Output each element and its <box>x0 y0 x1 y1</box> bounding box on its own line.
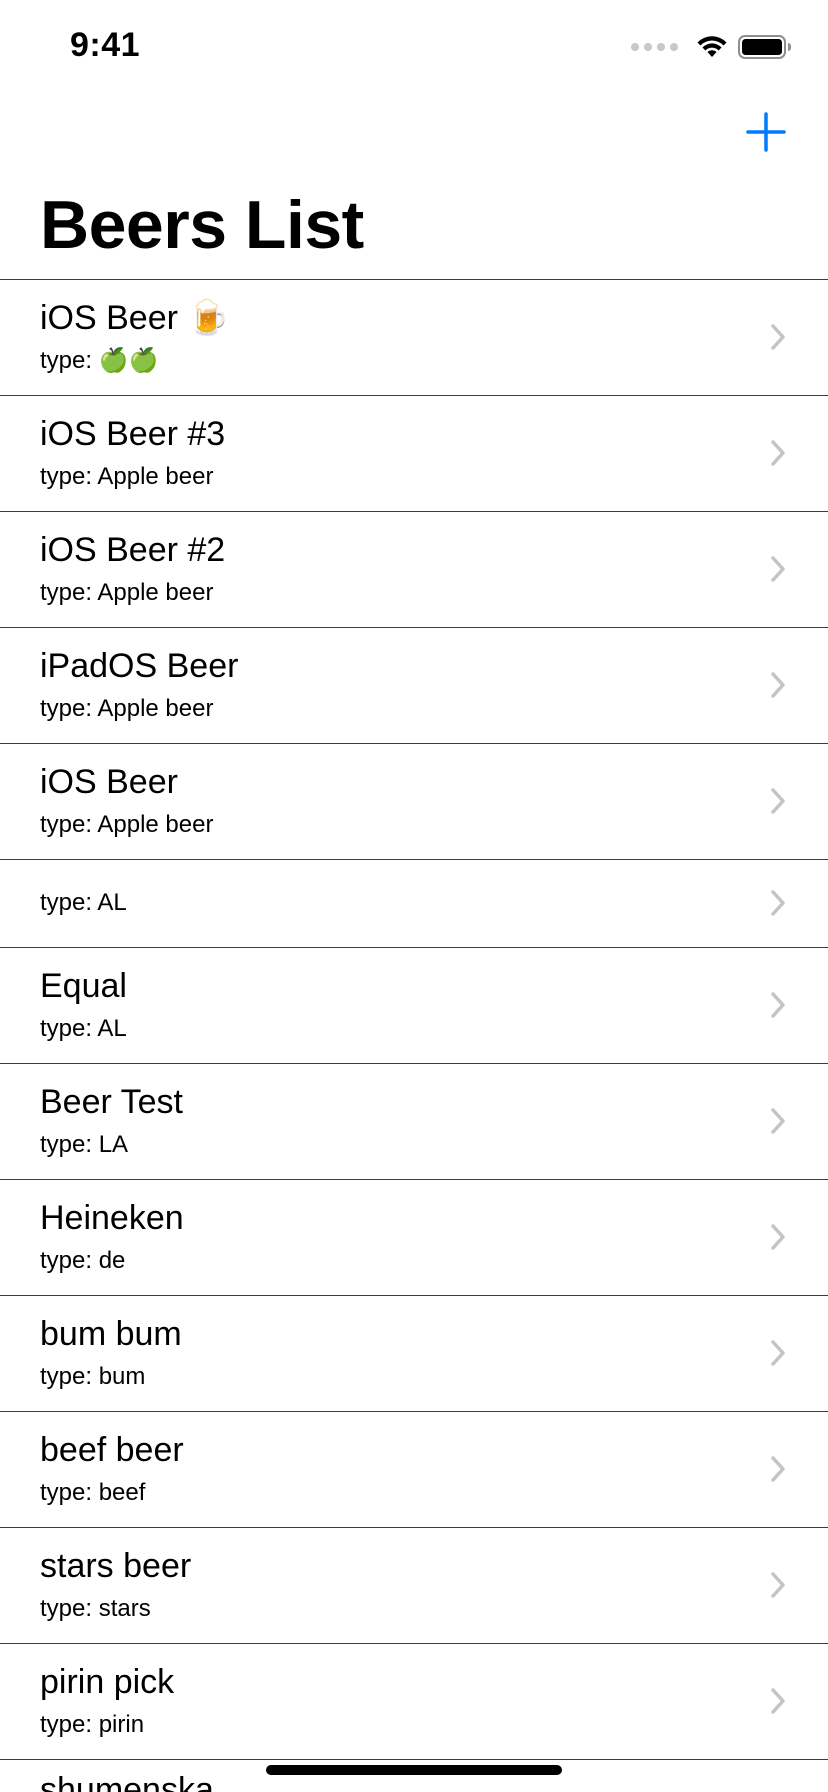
beer-type: type: 🍏🍏 <box>40 347 159 374</box>
beer-name: stars beer <box>40 1547 192 1585</box>
chevron-right-icon <box>771 1340 785 1366</box>
chevron-right-icon <box>771 672 785 698</box>
beer-name: beef beer <box>40 1431 184 1469</box>
home-indicator <box>266 1765 562 1775</box>
beer-type: type: beef <box>40 1479 146 1506</box>
list-item[interactable]: bum bum type: bum <box>0 1296 828 1412</box>
chevron-right-icon <box>771 1456 785 1482</box>
chevron-right-icon <box>771 788 785 814</box>
beer-type: type: Apple beer <box>40 695 214 722</box>
beer-type: type: bum <box>40 1363 146 1390</box>
beer-type: type: AL <box>40 889 127 916</box>
chevron-right-icon <box>771 1224 785 1250</box>
list-item[interactable]: stars beer type: stars <box>0 1528 828 1644</box>
beer-name: iOS Beer 🍺 <box>40 299 230 337</box>
cellular-signal-icon <box>631 43 678 51</box>
beer-type: type: Apple beer <box>40 811 214 838</box>
beer-name: Beer Test <box>40 1083 184 1121</box>
beer-name: pirin pick <box>40 1663 175 1701</box>
list-item[interactable]: type: AL <box>0 860 828 948</box>
add-button[interactable] <box>744 110 788 154</box>
status-time: 9:41 <box>70 26 141 64</box>
plus-icon <box>746 112 786 152</box>
screen: 9:41 Beers List iOS Beer 🍺 type: 🍏🍏 iOS Be… <box>0 0 828 1792</box>
page-title: Beers List <box>40 187 364 263</box>
beer-type: type: Apple beer <box>40 463 214 490</box>
list-item[interactable]: iPadOS Beer type: Apple beer <box>0 628 828 744</box>
beer-name: iOS Beer #2 <box>40 531 226 569</box>
list-item[interactable]: Equal type: AL <box>0 948 828 1064</box>
wifi-icon <box>697 36 727 57</box>
beer-list: iOS Beer 🍺 type: 🍏🍏 iOS Beer #3 type: Apple… <box>0 279 828 1760</box>
chevron-right-icon <box>771 1108 785 1134</box>
beer-type: type: pirin <box>40 1711 145 1738</box>
beer-type: type: Apple beer <box>40 579 214 606</box>
beer-name: Equal <box>40 967 127 1005</box>
chevron-right-icon <box>771 992 785 1018</box>
list-item-peek-title: shumenska <box>40 1771 214 1792</box>
beer-name: Heineken <box>40 1199 184 1237</box>
list-item[interactable]: pirin pick type: pirin <box>0 1644 828 1760</box>
chevron-right-icon <box>771 556 785 582</box>
beer-type: type: stars <box>40 1595 151 1622</box>
list-item[interactable]: Heineken type: de <box>0 1180 828 1296</box>
beer-type: type: AL <box>40 1015 127 1042</box>
beer-name: iOS Beer #3 <box>40 415 226 453</box>
beer-name: bum bum <box>40 1315 182 1353</box>
status-bar: 9:41 <box>0 0 828 96</box>
list-item[interactable]: iOS Beer type: Apple beer <box>0 744 828 860</box>
beer-type: type: de <box>40 1247 126 1274</box>
list-item[interactable]: iOS Beer 🍺 type: 🍏🍏 <box>0 280 828 396</box>
list-item[interactable]: Beer Test type: LA <box>0 1064 828 1180</box>
list-item[interactable]: iOS Beer #3 type: Apple beer <box>0 396 828 512</box>
beer-type: type: LA <box>40 1131 129 1158</box>
chevron-right-icon <box>771 1688 785 1714</box>
chevron-right-icon <box>771 440 785 466</box>
beer-name: iPadOS Beer <box>40 647 239 685</box>
battery-icon <box>738 35 791 59</box>
beer-name: iOS Beer <box>40 763 178 801</box>
status-indicators <box>631 34 792 60</box>
chevron-right-icon <box>771 324 785 350</box>
list-item[interactable]: iOS Beer #2 type: Apple beer <box>0 512 828 628</box>
chevron-right-icon <box>771 890 785 916</box>
chevron-right-icon <box>771 1572 785 1598</box>
list-item[interactable]: beef beer type: beef <box>0 1412 828 1528</box>
